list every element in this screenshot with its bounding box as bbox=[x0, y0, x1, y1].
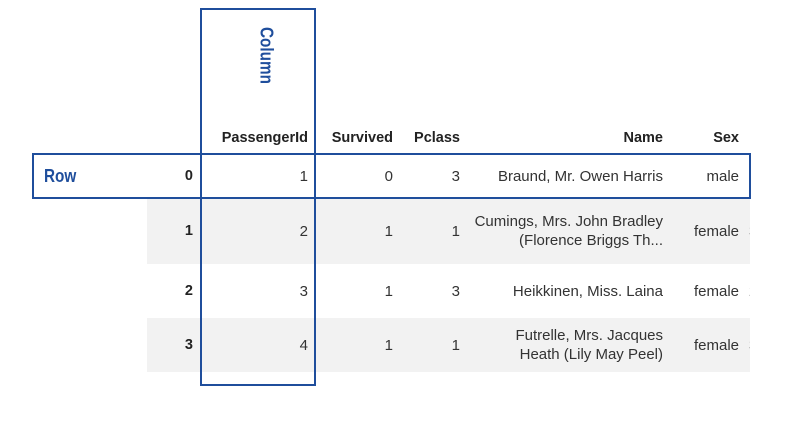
header-sex: Sex bbox=[713, 130, 739, 146]
cell-name: Futrelle, Mrs. Jacques Heath (Lily May P… bbox=[515, 327, 663, 363]
cell-name: Cumings, Mrs. John Bradley (Florence Bri… bbox=[474, 213, 663, 249]
index-header bbox=[147, 122, 200, 154]
cell-sex: female bbox=[693, 336, 739, 354]
cell-sex: female bbox=[693, 282, 739, 300]
column-label: Column bbox=[256, 27, 277, 84]
cell-sex: female bbox=[693, 222, 739, 240]
cell-survived: 1 bbox=[384, 282, 393, 300]
header-survived: Survived bbox=[331, 130, 393, 146]
row-index: 3 bbox=[184, 337, 193, 353]
cell-survived: 1 bbox=[384, 336, 393, 354]
cell-clipped: 3 bbox=[746, 198, 750, 264]
cell-survived: 1 bbox=[384, 222, 393, 240]
row-index: 2 bbox=[184, 283, 193, 299]
cell-pclass: 1 bbox=[451, 336, 460, 354]
cell-pclass: 1 bbox=[451, 222, 460, 240]
header-pclass: Pclass bbox=[414, 130, 460, 146]
row-highlight-box bbox=[32, 153, 751, 199]
cell-clipped: 2 bbox=[746, 264, 750, 318]
header-name: Name bbox=[623, 130, 664, 146]
header-clipped bbox=[746, 122, 750, 154]
cell-clipped: 3 bbox=[746, 318, 750, 372]
row-label: Row bbox=[44, 166, 77, 186]
cell-name: Heikkinen, Miss. Laina bbox=[512, 282, 663, 300]
row-index: 1 bbox=[184, 223, 193, 239]
cell-pclass: 3 bbox=[451, 282, 460, 300]
